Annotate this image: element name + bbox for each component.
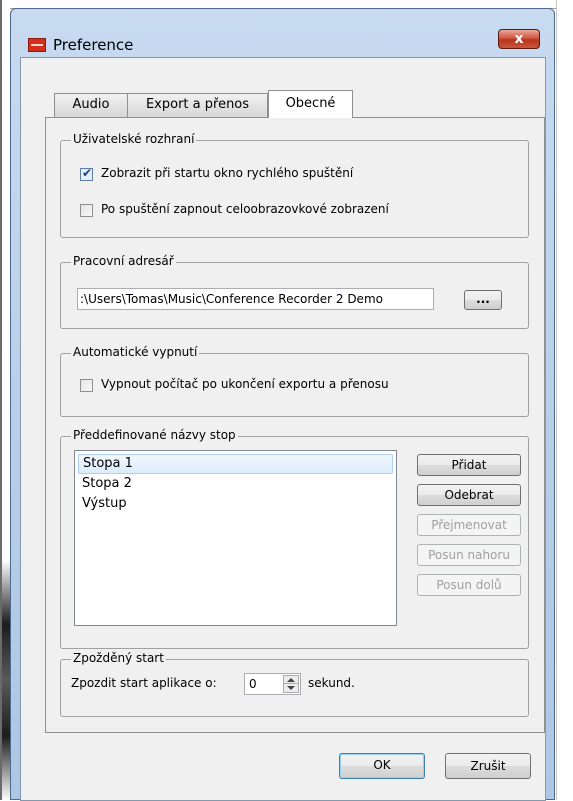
ok-button[interactable]: OK (339, 753, 425, 779)
desktop-right-strip (556, 0, 573, 800)
remove-track-button[interactable]: Odebrat (417, 484, 521, 506)
delay-label: Zpozdit start aplikace o: (71, 676, 217, 690)
preference-dialog: Preference x Audio Export a přenos Obecn… (10, 8, 555, 801)
desktop-left-strip (2, 0, 10, 800)
workdir-group-legend: Pracovní adresář (71, 254, 176, 268)
title-bar[interactable]: Preference x (11, 9, 554, 54)
cancel-button[interactable]: Zrušit (445, 753, 531, 779)
ui-group: Uživatelské rozhraní Zobrazit při startu… (60, 132, 529, 238)
tracks-group-legend: Předdefinované názvy stop (71, 428, 238, 442)
workdir-path-input[interactable]: :\Users\Tomas\Music\Conference Recorder … (77, 288, 434, 310)
add-track-button[interactable]: Přidat (417, 454, 521, 476)
delay-spinner-arrows[interactable] (283, 675, 299, 693)
ui-group-legend: Uživatelské rozhraní (71, 132, 197, 146)
fullscreen-label[interactable]: Po spuštění zapnout celoobrazovkové zobr… (101, 202, 389, 216)
quick-launch-label[interactable]: Zobrazit při startu okno rychlého spuště… (101, 166, 353, 180)
move-down-button[interactable]: Posun dolů (417, 574, 521, 596)
window-title: Preference (53, 36, 134, 54)
rename-track-button[interactable]: Přejmenovat (417, 514, 521, 536)
app-icon (28, 38, 46, 52)
close-button[interactable]: x (498, 29, 540, 49)
quick-launch-checkbox[interactable] (80, 166, 93, 181)
spinner-divider (283, 683, 299, 684)
shutdown-group-legend: Automatické vypnutí (71, 345, 200, 359)
list-item[interactable]: Stopa 1 (78, 454, 393, 474)
delay-group-legend: Zpožděný start (71, 651, 166, 665)
shutdown-group: Automatické vypnutí Vypnout počítač po u… (60, 345, 529, 417)
browse-button[interactable]: ... (464, 290, 502, 310)
tab-export[interactable]: Export a přenos (127, 93, 268, 117)
dialog-client-area: Audio Export a přenos Obecné Uživatelské… (20, 57, 546, 801)
tab-audio[interactable]: Audio (54, 93, 128, 117)
tab-panel-general: Uživatelské rozhraní Zobrazit při startu… (45, 117, 545, 733)
list-item[interactable]: Stopa 2 (78, 474, 132, 494)
fullscreen-checkbox[interactable] (80, 204, 93, 217)
tab-general[interactable]: Obecné (268, 90, 353, 118)
delay-unit-label: sekund. (308, 676, 355, 690)
move-up-button[interactable]: Posun nahoru (417, 544, 521, 566)
tracks-group: Předdefinované názvy stop Stopa 1 Stopa … (60, 428, 529, 649)
shutdown-checkbox[interactable] (80, 379, 93, 392)
list-item[interactable]: Výstup (78, 494, 127, 514)
shutdown-label[interactable]: Vypnout počítač po ukončení exportu a př… (101, 377, 389, 391)
track-names-list[interactable]: Stopa 1 Stopa 2 Výstup (74, 450, 397, 626)
delay-group: Zpožděný start Zpozdit start aplikace o:… (60, 651, 529, 717)
workdir-group: Pracovní adresář :\Users\Tomas\Music\Con… (60, 254, 529, 329)
